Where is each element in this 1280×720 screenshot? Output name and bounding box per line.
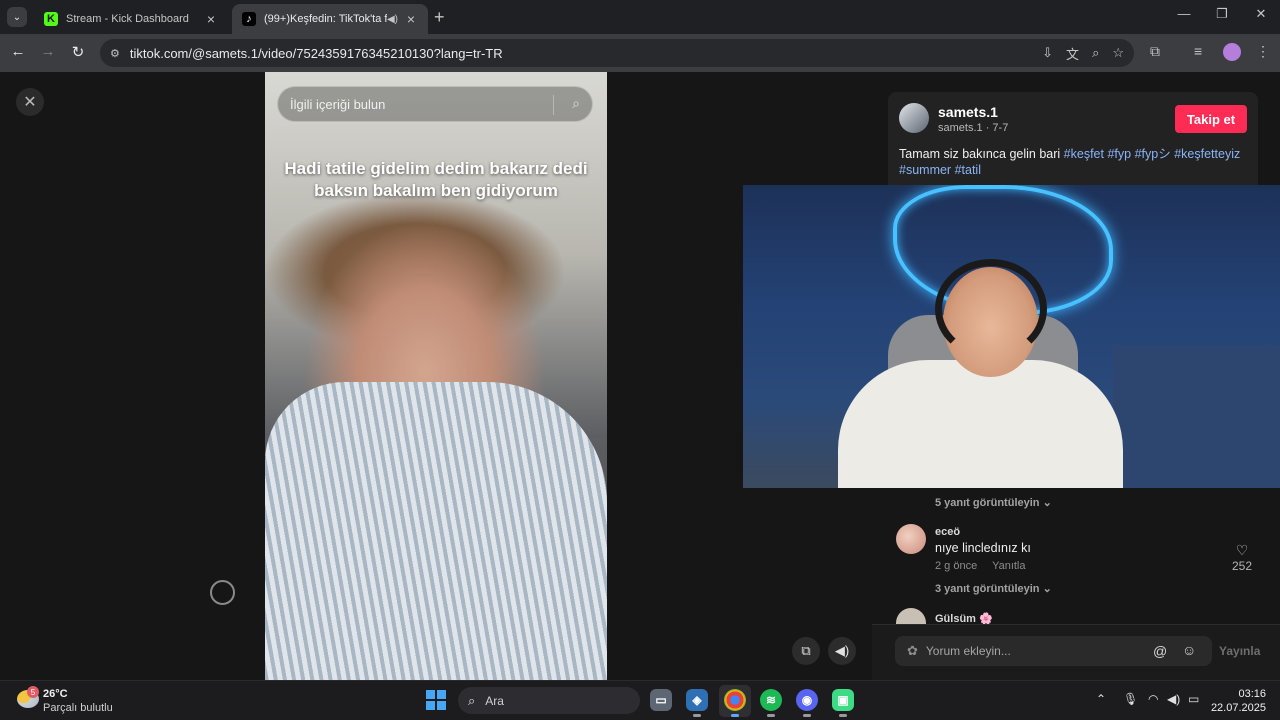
- chevron-up-icon[interactable]: ⌃: [1096, 692, 1106, 706]
- author-handle-date: samets.1 · 7-7: [938, 122, 1009, 134]
- start-button[interactable]: [426, 690, 446, 710]
- file-explorer-icon[interactable]: ▭: [650, 689, 672, 711]
- hashtag[interactable]: #fypシ: [1135, 147, 1171, 161]
- comment-username[interactable]: eceö: [935, 526, 960, 538]
- new-tab-button[interactable]: +: [434, 7, 445, 28]
- back-button[interactable]: ←: [8, 43, 28, 60]
- wifi-icon[interactable]: ◠: [1148, 692, 1158, 706]
- address-bar[interactable]: ⚙ tiktok.com/@samets.1/video/75243591763…: [100, 39, 1134, 67]
- system-clock[interactable]: 03:16 22.07.2025: [1210, 687, 1266, 715]
- tab-close-icon[interactable]: ×: [404, 11, 418, 27]
- menu-kebab-icon[interactable]: ⋮: [1256, 43, 1270, 60]
- loading-spinner-icon: [210, 580, 235, 605]
- webcam-overlay: [743, 185, 1280, 488]
- translate-icon[interactable]: 文: [1066, 44, 1079, 63]
- profile-avatar[interactable]: [1223, 43, 1241, 61]
- comment-like[interactable]: ♡ 252: [1227, 542, 1257, 573]
- emoji-icon[interactable]: ☺: [1182, 642, 1196, 658]
- tab-close-icon[interactable]: ×: [204, 11, 218, 27]
- picture-in-picture-icon[interactable]: ⧉: [792, 637, 820, 665]
- comment-placeholder: Yorum ekleyin...: [925, 644, 1011, 658]
- gift-icon[interactable]: ✿: [907, 643, 918, 659]
- video-player[interactable]: Hadi tatile gidelim dedim bakarız dedi b…: [265, 72, 607, 680]
- mention-icon[interactable]: @: [1153, 643, 1167, 659]
- headset: [935, 259, 1047, 359]
- tab-tiktok[interactable]: ♪ (99+)Keşfedin: TikTok'ta fav ◀) ×: [232, 4, 428, 34]
- chrome-icon[interactable]: [724, 689, 746, 717]
- comment-text: nıye lincledınız kı: [935, 541, 1031, 555]
- hashtag[interactable]: #fyp: [1107, 147, 1131, 161]
- author-username[interactable]: samets.1: [938, 104, 998, 120]
- video-caption: Hadi tatile gidelim dedim bakarız dedi b…: [284, 159, 588, 200]
- comment-meta: 2 g önce Yanıtla: [935, 560, 1038, 572]
- minimize-button[interactable]: —: [1169, 6, 1199, 21]
- site-info-icon[interactable]: ⚙: [110, 47, 120, 60]
- kick-logo-icon: K: [44, 12, 58, 26]
- temperature[interactable]: 26°C: [43, 688, 68, 700]
- app-icon[interactable]: ◈: [686, 689, 708, 717]
- heart-icon[interactable]: ♡: [1227, 542, 1257, 559]
- discord-icon[interactable]: ◉: [796, 689, 818, 717]
- hashtag[interactable]: #tatil: [955, 163, 981, 177]
- view-replies-link[interactable]: 3 yanıt görüntüleyin ⌄: [935, 582, 1052, 595]
- comment-avatar[interactable]: [896, 524, 926, 554]
- battery-icon[interactable]: ▭: [1188, 692, 1199, 706]
- comment-time: 2 g önce: [935, 560, 978, 572]
- weather-description[interactable]: Parçalı bulutlu: [43, 702, 113, 714]
- view-replies-link[interactable]: 5 yanıt görüntüleyin ⌄: [935, 496, 1052, 509]
- tab-audio-icon[interactable]: ◀): [387, 14, 398, 25]
- bookmark-star-icon[interactable]: ☆: [1112, 45, 1124, 61]
- reply-button[interactable]: Yanıtla: [992, 560, 1025, 572]
- room-background: [1113, 345, 1280, 488]
- weather-badge: 5: [27, 686, 39, 698]
- comment-username[interactable]: Gülsüm 🌸: [935, 612, 993, 624]
- app-icon[interactable]: ▣: [832, 689, 854, 717]
- related-content-search-input[interactable]: İlgili içeriği bulun ⌕: [277, 86, 593, 122]
- maximize-button[interactable]: ❐: [1207, 6, 1237, 22]
- url-text: tiktok.com/@samets.1/video/7524359176345…: [129, 45, 503, 61]
- tiktok-video-page: ✕ Hadi tatile gidelim dedim bakarız dedi…: [0, 72, 1280, 680]
- close-viewer-icon[interactable]: ✕: [16, 88, 44, 116]
- volume-icon[interactable]: ◀): [1167, 692, 1180, 706]
- reload-button[interactable]: ↻: [68, 43, 88, 61]
- search-icon[interactable]: ⌕: [572, 95, 580, 112]
- comment-composer: ✿ Yorum ekleyin... @ ☺ Yayınla: [872, 624, 1280, 680]
- extensions-icon[interactable]: ⧉: [1150, 43, 1160, 60]
- post-comment-button[interactable]: Yayınla: [1219, 644, 1260, 658]
- close-window-button[interactable]: ✕: [1246, 6, 1276, 22]
- follow-button[interactable]: Takip et: [1175, 105, 1247, 133]
- tab-search-chevron-icon[interactable]: ⌄: [7, 7, 27, 27]
- search-icon: ⌕: [468, 692, 476, 708]
- browser-tab-strip: ⌄ K Stream - Kick Dashboard × ♪ (99+)Keş…: [0, 0, 1280, 34]
- windows-taskbar: 5 26°C Parçalı bulutlu ⌕ Ara ▭ ◈ ≋ ◉ ▣ ⌃…: [0, 680, 1280, 720]
- taskbar-search[interactable]: ⌕ Ara: [458, 687, 640, 714]
- forward-button[interactable]: →: [38, 43, 58, 60]
- media-controls-icon[interactable]: ≡: [1194, 43, 1202, 59]
- author-avatar[interactable]: [899, 103, 929, 133]
- spotify-icon[interactable]: ≋: [760, 689, 782, 717]
- hashtag[interactable]: #summer: [899, 163, 951, 177]
- tab-kick-dashboard[interactable]: K Stream - Kick Dashboard ×: [34, 4, 228, 34]
- post-description: Tamam siz bakınca gelin bari #keşfet #fy…: [899, 147, 1241, 177]
- tab-title: (99+)Keşfedin: TikTok'ta fav: [264, 13, 387, 25]
- zoom-icon[interactable]: ⌕: [1092, 45, 1099, 61]
- search-placeholder: İlgili içeriği bulun: [290, 96, 386, 112]
- hashtag[interactable]: #keşfetteyiz: [1174, 147, 1240, 161]
- comment-avatar[interactable]: [896, 608, 926, 624]
- install-app-icon[interactable]: ⇩: [1042, 45, 1053, 61]
- hashtag[interactable]: #keşfet: [1064, 147, 1104, 161]
- comments-list: 5 yanıt görüntüleyin ⌄ eceö nıye lincled…: [872, 488, 1280, 624]
- search-divider: [553, 95, 554, 115]
- streamer-body: [838, 360, 1123, 488]
- browser-toolbar: ← → ↻ ⚙ tiktok.com/@samets.1/video/75243…: [0, 34, 1280, 72]
- tiktok-logo-icon: ♪: [242, 12, 256, 26]
- microphone-icon[interactable]: 🎙: [1123, 692, 1138, 706]
- volume-icon[interactable]: ◀): [828, 637, 856, 665]
- taskbar-search-label: Ara: [485, 693, 504, 708]
- video-frame-shirt: [265, 382, 607, 680]
- like-count: 252: [1231, 559, 1253, 573]
- tab-title: Stream - Kick Dashboard: [66, 13, 189, 25]
